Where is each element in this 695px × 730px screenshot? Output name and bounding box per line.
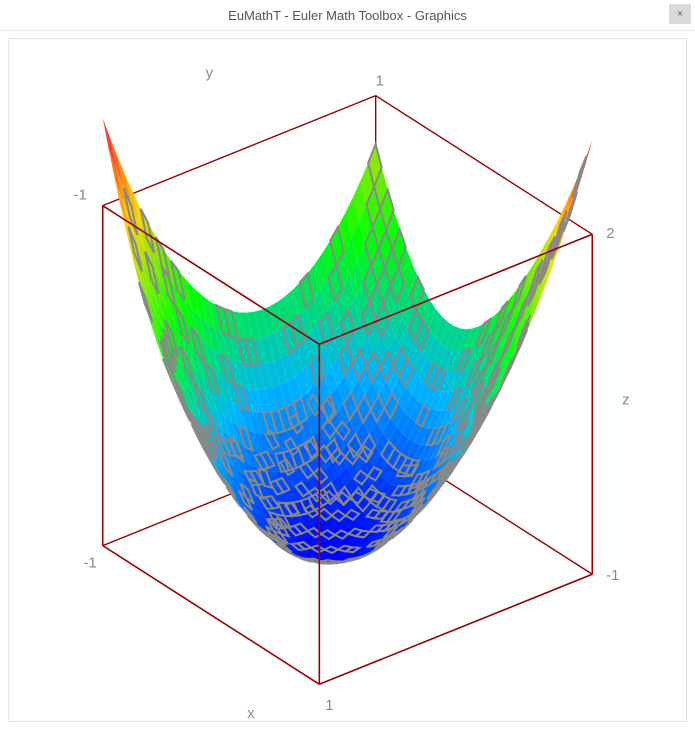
close-button[interactable]: × xyxy=(669,4,691,24)
svg-text:-1: -1 xyxy=(74,187,87,204)
svg-text:2: 2 xyxy=(606,225,614,242)
svg-text:-1: -1 xyxy=(83,555,96,572)
plot-canvas[interactable]: y -1 1 x -1 1 z -1 2 xyxy=(8,38,687,722)
close-icon: × xyxy=(677,8,683,20)
titlebar[interactable]: EuMathT - Euler Math Toolbox - Graphics … xyxy=(0,0,695,31)
surface-plot: y -1 1 x -1 1 z -1 2 xyxy=(9,39,686,721)
svg-text:-1: -1 xyxy=(606,567,619,584)
svg-text:1: 1 xyxy=(325,697,333,714)
svg-text:1: 1 xyxy=(376,73,384,90)
window-title: EuMathT - Euler Math Toolbox - Graphics xyxy=(228,8,467,23)
svg-text:x: x xyxy=(247,705,255,721)
svg-text:z: z xyxy=(622,391,629,408)
graphics-window: EuMathT - Euler Math Toolbox - Graphics … xyxy=(0,0,695,730)
svg-text:y: y xyxy=(206,65,214,82)
